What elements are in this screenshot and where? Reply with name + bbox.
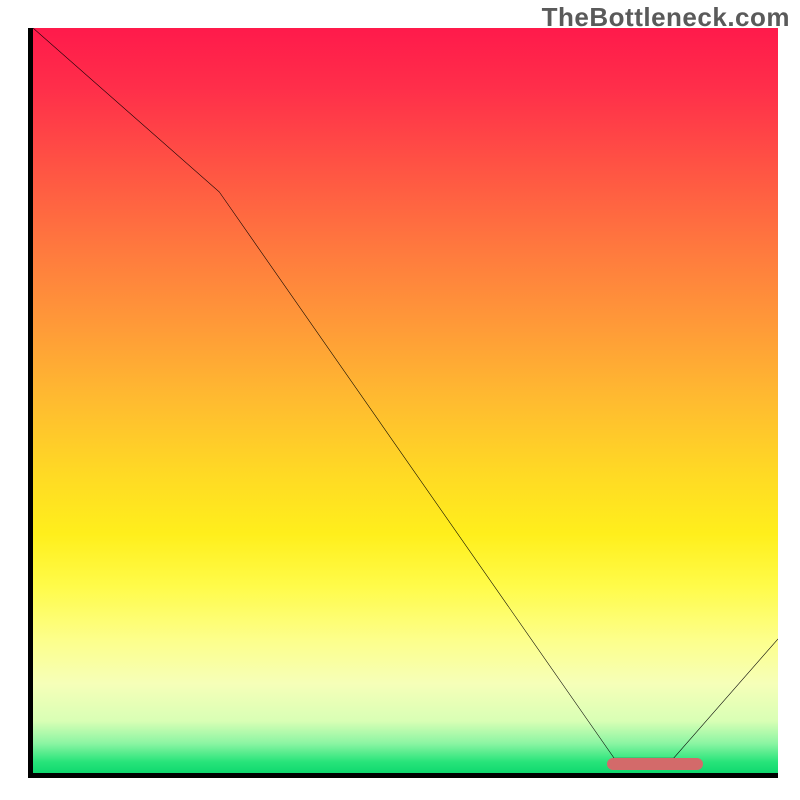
bottleneck-curve (33, 28, 778, 773)
optimal-range-marker (607, 758, 704, 770)
curve-path (33, 28, 778, 758)
chart-container: TheBottleneck.com (0, 0, 800, 800)
plot-area (28, 28, 778, 778)
